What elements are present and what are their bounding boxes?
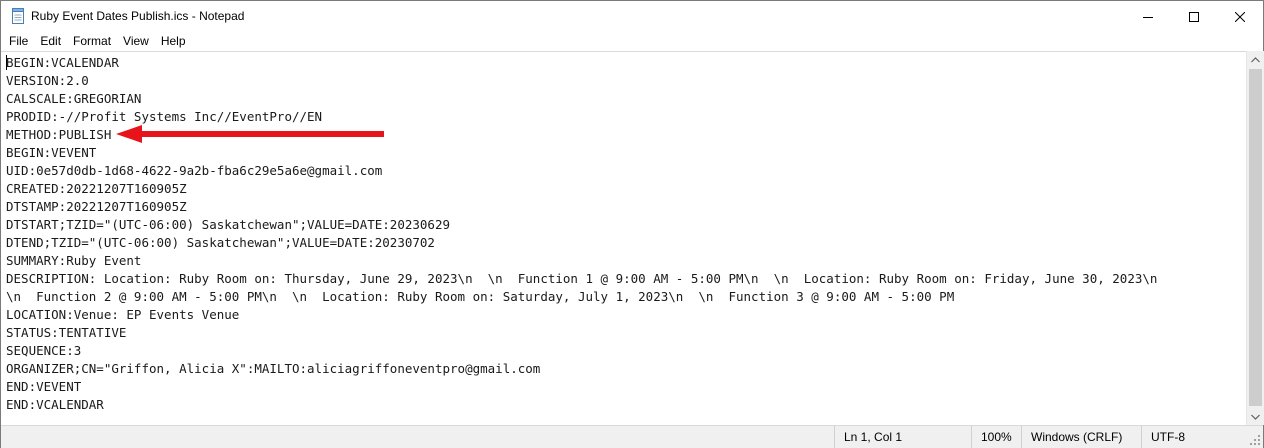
line-endings: Windows (CRLF) — [1021, 426, 1122, 448]
vertical-scrollbar[interactable] — [1246, 51, 1264, 425]
zoom-level: 100% — [971, 426, 1012, 448]
menu-edit[interactable]: Edit — [34, 32, 67, 51]
text-caret — [6, 55, 7, 70]
maximize-button[interactable] — [1171, 1, 1217, 32]
text-line[interactable]: DTSTART;TZID="(UTC-06:00) Saskatchewan";… — [6, 216, 1157, 234]
text-line[interactable]: END:VCALENDAR — [6, 396, 1157, 414]
text-line[interactable]: BEGIN:VEVENT — [6, 144, 1157, 162]
scroll-up-button[interactable] — [1247, 51, 1264, 68]
text-line[interactable]: UID:0e57d0db-1d68-4622-9a2b-fba6c29e5a6e… — [6, 162, 1157, 180]
menu-file[interactable]: File — [1, 32, 34, 51]
title-bar[interactable]: Ruby Event Dates Publish.ics - Notepad — [1, 1, 1263, 32]
menu-bar: File Edit Format View Help — [1, 32, 1263, 51]
text-line[interactable]: LOCATION:Venue: EP Events Venue — [6, 306, 1157, 324]
close-button[interactable] — [1217, 1, 1263, 32]
notepad-window: Ruby Event Dates Publish.ics - Notepad F… — [0, 0, 1264, 448]
text-line[interactable]: DESCRIPTION: Location: Ruby Room on: Thu… — [6, 270, 1157, 288]
text-line[interactable]: VERSION:2.0 — [6, 72, 1157, 90]
text-line[interactable]: \n Function 2 @ 9:00 AM - 5:00 PM\n \n L… — [6, 288, 1157, 306]
minimize-icon — [1143, 16, 1153, 18]
maximize-icon — [1189, 11, 1199, 22]
text-line[interactable]: STATUS:TENTATIVE — [6, 324, 1157, 342]
status-bar: Ln 1, Col 1 100% Windows (CRLF) UTF-8 — [1, 425, 1263, 448]
menu-format[interactable]: Format — [67, 32, 117, 51]
minimize-button[interactable] — [1125, 1, 1171, 32]
text-line[interactable]: ORGANIZER;CN="Griffon, Alicia X":MAILTO:… — [6, 360, 1157, 378]
scroll-down-button[interactable] — [1247, 408, 1264, 425]
menu-view[interactable]: View — [117, 32, 155, 51]
text-line[interactable]: CALSCALE:GREGORIAN — [6, 90, 1157, 108]
cursor-position: Ln 1, Col 1 — [834, 426, 902, 448]
text-line[interactable]: DTEND;TZID="(UTC-06:00) Saskatchewan";VA… — [6, 234, 1157, 252]
text-line[interactable]: SEQUENCE:3 — [6, 342, 1157, 360]
window-title: Ruby Event Dates Publish.ics - Notepad — [31, 9, 245, 23]
text-line[interactable]: DTSTAMP:20221207T160905Z — [6, 198, 1157, 216]
text-editor[interactable]: BEGIN:VCALENDAR VERSION:2.0 CALSCALE:GREGO… — [1, 51, 1246, 426]
notepad-icon — [12, 8, 24, 24]
text-line[interactable]: SUMMARY:Ruby Event — [6, 252, 1157, 270]
chevron-up-icon — [1251, 56, 1260, 62]
text-line[interactable]: CREATED:20221207T160905Z — [6, 180, 1157, 198]
text-line[interactable]: END:VEVENT — [6, 378, 1157, 396]
close-icon — [1235, 11, 1245, 22]
red-arrow-icon — [116, 125, 384, 143]
text-line[interactable]: BEGIN:VCALENDAR — [6, 54, 1157, 72]
chevron-down-icon — [1251, 414, 1260, 420]
scroll-thumb[interactable] — [1249, 69, 1262, 406]
resize-grip-icon[interactable] — [1249, 434, 1261, 446]
menu-help[interactable]: Help — [155, 32, 192, 51]
encoding: UTF-8 — [1141, 426, 1185, 448]
editor-text[interactable]: BEGIN:VCALENDAR VERSION:2.0 CALSCALE:GREGO… — [6, 54, 1157, 414]
